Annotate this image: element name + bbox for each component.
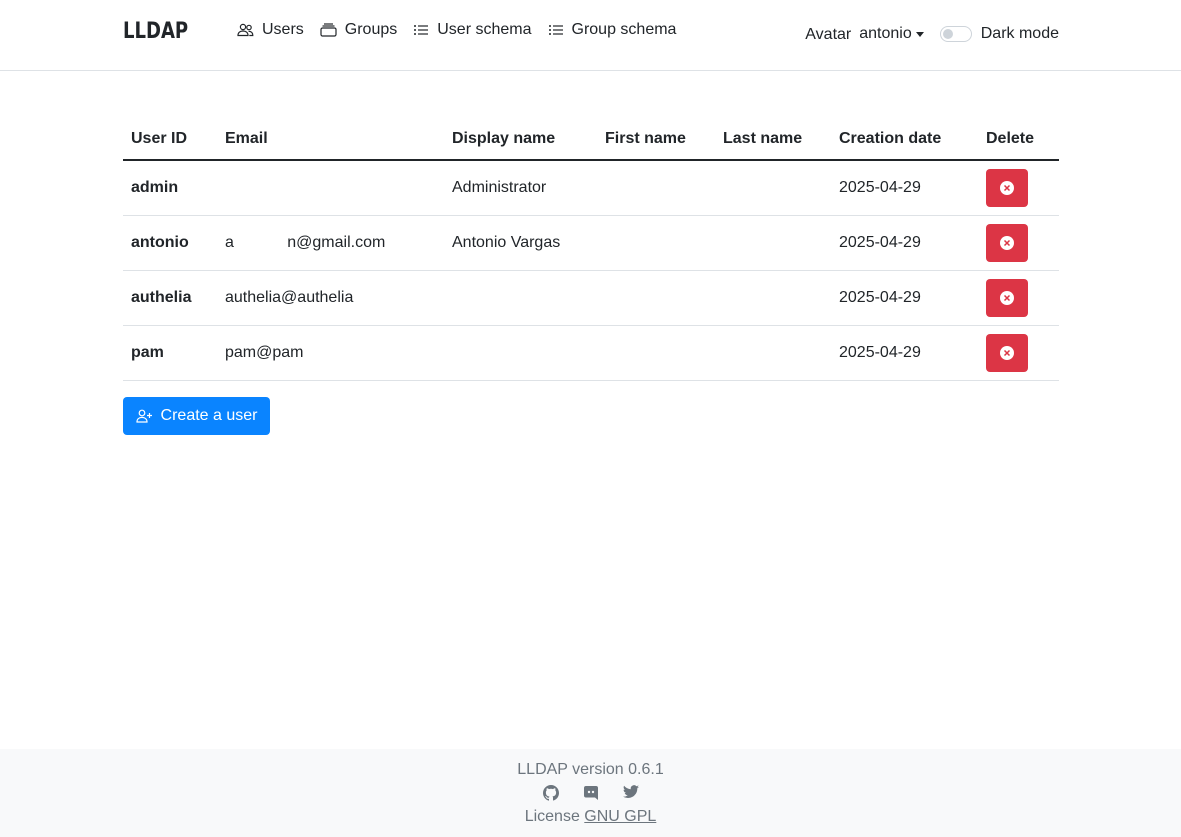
table-row: antonio a n@gmail.com Antonio Vargas 202… [123, 215, 1059, 271]
x-circle-icon [1000, 180, 1014, 195]
twitter-icon[interactable] [622, 785, 639, 799]
people-icon [237, 23, 254, 37]
column-header-delete: Delete [978, 118, 1059, 161]
first-name-cell [597, 160, 715, 216]
column-header-first-name[interactable]: First name [597, 118, 715, 161]
x-circle-icon [1000, 345, 1014, 360]
nav-group-schema-label: Group schema [571, 21, 677, 38]
table-row: admin Administrator 2025-04-29 [123, 160, 1059, 216]
main-nav: Users Groups User schema Group schema [237, 21, 692, 39]
table-header-row: User ID Email Display name First name La… [123, 118, 1059, 161]
delete-cell [978, 215, 1059, 271]
chevron-down-icon [915, 31, 924, 37]
delete-user-button[interactable] [986, 278, 1028, 317]
social-links [0, 785, 1181, 801]
x-circle-icon [1000, 290, 1014, 305]
nav-users[interactable]: Users [237, 21, 304, 39]
avatar: Avatar [805, 26, 852, 43]
email-cell: authelia@authelia [217, 270, 444, 326]
x-circle-icon [1000, 235, 1014, 250]
delete-user-button[interactable] [986, 168, 1028, 207]
email-cell: pam@pam [217, 325, 444, 381]
last-name-cell [715, 215, 831, 271]
delete-user-button[interactable] [986, 223, 1028, 262]
display-name-cell [444, 325, 597, 381]
nav-groups-label: Groups [344, 21, 398, 38]
display-name-cell [444, 270, 597, 326]
creation-date-cell: 2025-04-29 [831, 215, 978, 271]
user-id-link[interactable]: pam [123, 325, 217, 381]
nav-user-schema-label: User schema [437, 21, 532, 38]
license-text: License GNU GPL [0, 808, 1181, 826]
last-name-cell [715, 325, 831, 381]
column-header-user-id[interactable]: User ID [123, 118, 217, 161]
creation-date-cell: 2025-04-29 [831, 325, 978, 381]
nav-groups[interactable]: Groups [320, 21, 397, 39]
github-icon[interactable] [542, 785, 559, 801]
creation-date-cell: 2025-04-29 [831, 160, 978, 216]
license-prefix: License [524, 808, 580, 825]
table-row: pam pam@pam 2025-04-29 [123, 325, 1059, 381]
display-name-cell: Antonio Vargas [444, 215, 597, 271]
list-icon [548, 25, 563, 35]
person-plus-icon [135, 409, 152, 423]
nav-group-schema[interactable]: Group schema [548, 21, 677, 39]
footer: LLDAP version 0.6.1 License GNU GPL [0, 749, 1181, 837]
create-user-label: Create a user [160, 407, 258, 424]
last-name-cell [715, 270, 831, 326]
dark-mode-toggle[interactable] [939, 26, 972, 42]
creation-date-cell: 2025-04-29 [831, 270, 978, 326]
delete-cell [978, 270, 1059, 326]
nav-users-label: Users [262, 21, 304, 38]
column-header-last-name[interactable]: Last name [715, 118, 831, 161]
user-id-link[interactable]: antonio [123, 215, 217, 271]
discord-icon[interactable] [583, 785, 599, 801]
email-cell [217, 160, 444, 216]
first-name-cell [597, 215, 715, 271]
create-user-button[interactable]: Create a user [123, 397, 270, 435]
list-icon [414, 25, 429, 35]
nav-user-schema[interactable]: User schema [413, 21, 532, 39]
delete-cell [978, 160, 1059, 216]
delete-user-button[interactable] [986, 333, 1028, 372]
collection-icon [320, 23, 337, 37]
column-header-creation-date[interactable]: Creation date [831, 118, 978, 161]
username-label: antonio [859, 25, 912, 42]
first-name-cell [597, 325, 715, 381]
license-link[interactable]: GNU GPL [584, 808, 656, 825]
last-name-cell [715, 160, 831, 216]
first-name-cell [597, 270, 715, 326]
version-text: LLDAP version 0.6.1 [517, 761, 664, 778]
delete-cell [978, 325, 1059, 381]
column-header-display-name[interactable]: Display name [444, 118, 597, 161]
table-row: authelia authelia@authelia 2025-04-29 [123, 270, 1059, 326]
column-header-email[interactable]: Email [217, 118, 444, 161]
email-cell: a n@gmail.com [217, 215, 444, 271]
brand-logo[interactable]: LLDAP [123, 19, 188, 44]
dark-mode-label: Dark mode [980, 25, 1059, 42]
user-id-link[interactable]: admin [123, 160, 217, 216]
navbar: LLDAP Users Groups User schema Group sch… [0, 0, 1181, 71]
toggle-knob [942, 29, 953, 39]
users-table: User ID Email Display name First name La… [123, 118, 1059, 381]
user-menu-dropdown[interactable]: antonio [859, 25, 924, 43]
display-name-cell: Administrator [444, 160, 597, 216]
user-id-link[interactable]: authelia [123, 270, 217, 326]
user-area: Avatar antonio Dark mode [805, 24, 1059, 44]
